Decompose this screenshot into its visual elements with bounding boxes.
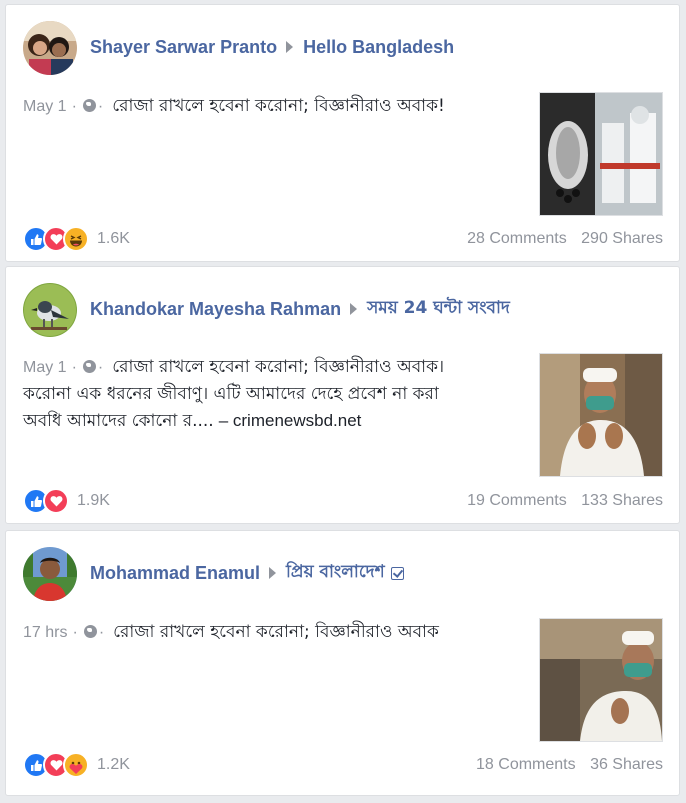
globe-icon: [82, 360, 96, 373]
care-icon: [63, 752, 89, 778]
post-text-row: অবধি আমাদের কোনো র.... – crimenewsbd.net: [23, 407, 523, 434]
verified-check-icon: [390, 566, 404, 580]
post-header: Khandokar Mayesha Rahman সময় 24 ঘন্টা স…: [90, 297, 510, 321]
post-header: Shayer Sarwar Pranto Hello Bangladesh: [90, 35, 454, 59]
reaction-count[interactable]: 1.9K: [77, 492, 110, 510]
post-body: 17 hrs · · রোজা রাখলে হবেনা করোনা; বিজ্ঞা…: [23, 618, 523, 646]
reaction-count[interactable]: 1.6K: [97, 230, 130, 248]
separator: ·: [71, 98, 77, 115]
post-body: May 1 · · রোজা রাখলে হবেনা করোনা; বিজ্ঞান…: [23, 353, 523, 434]
caret-right-icon: [286, 41, 294, 53]
group-name[interactable]: প্রিয় বাংলাদেশ: [286, 559, 385, 587]
post-card: Khandokar Mayesha Rahman সময় 24 ঘন্টা স…: [5, 266, 680, 524]
shares-count[interactable]: 133 Shares: [581, 492, 663, 509]
avatar[interactable]: [23, 283, 77, 337]
post-body: May 1 · · রোজা রাখলে হবেনা করোনা; বিজ্ঞান…: [23, 92, 523, 120]
engagement-stats: 28 Comments 290 Shares: [467, 230, 663, 248]
caret-right-icon: [269, 567, 277, 579]
post-thumbnail[interactable]: [539, 353, 663, 477]
timestamp[interactable]: 17 hrs: [23, 624, 67, 641]
author-name[interactable]: Shayer Sarwar Pranto: [90, 37, 277, 58]
author-name[interactable]: Khandokar Mayesha Rahman: [90, 299, 341, 320]
group-name[interactable]: Hello Bangladesh: [303, 37, 454, 58]
separator: ·: [71, 359, 77, 376]
post-text-line[interactable]: রোজা রাখলে হবেনা করোনা; বিজ্ঞানীরাও অবাক…: [112, 96, 445, 116]
post-text-row: May 1 · · রোজা রাখলে হবেনা করোনা; বিজ্ঞান…: [23, 353, 523, 381]
separator: ·: [97, 359, 104, 376]
post-thumbnail[interactable]: [539, 618, 663, 742]
post-text-line[interactable]: রোজা রাখলে হবেনা করোনা; বিজ্ঞানীরাও অবাক…: [112, 357, 444, 377]
post-header: Mohammad Enamul প্রিয় বাংলাদেশ: [90, 561, 404, 585]
avatar[interactable]: [23, 21, 77, 75]
comments-count[interactable]: 18 Comments: [476, 756, 576, 773]
comments-count[interactable]: 28 Comments: [467, 230, 567, 247]
engagement-stats: 18 Comments 36 Shares: [476, 756, 663, 774]
post-text-line[interactable]: করোনা এক ধরনের জীবাণু। এটি আমাদের দেহে প…: [23, 381, 523, 407]
love-icon: [43, 488, 69, 514]
engagement-stats: 19 Comments 133 Shares: [467, 492, 663, 510]
post-card: Shayer Sarwar Pranto Hello Bangladesh Ma…: [5, 4, 680, 262]
haha-icon: [63, 226, 89, 252]
reaction-summary[interactable]: 1.2K: [23, 752, 130, 778]
post-text-line[interactable]: রোজা রাখলে হবেনা করোনা; বিজ্ঞানীরাও অবাক: [113, 622, 439, 642]
globe-icon: [82, 99, 96, 112]
separator: ·: [97, 98, 104, 115]
comments-count[interactable]: 19 Comments: [467, 492, 567, 509]
avatar[interactable]: [23, 547, 77, 601]
shares-count[interactable]: 36 Shares: [590, 756, 663, 773]
group-name[interactable]: সময় 24 ঘন্টা সংবাদ: [367, 295, 510, 323]
separator: ·: [72, 624, 78, 641]
reaction-count[interactable]: 1.2K: [97, 756, 130, 774]
globe-icon: [83, 625, 97, 638]
reaction-summary[interactable]: 1.6K: [23, 226, 130, 252]
separator: ·: [98, 624, 105, 641]
caret-right-icon: [350, 303, 358, 315]
link-domain[interactable]: – crimenewsbd.net: [219, 411, 362, 430]
post-text-line[interactable]: অবধি আমাদের কোনো র....: [23, 411, 214, 431]
shares-count[interactable]: 290 Shares: [581, 230, 663, 247]
timestamp[interactable]: May 1: [23, 98, 67, 115]
author-name[interactable]: Mohammad Enamul: [90, 563, 260, 584]
post-card: Mohammad Enamul প্রিয় বাংলাদেশ 17 hrs ·…: [5, 530, 680, 796]
reaction-summary[interactable]: 1.9K: [23, 488, 110, 514]
post-thumbnail[interactable]: [539, 92, 663, 216]
timestamp[interactable]: May 1: [23, 359, 67, 376]
